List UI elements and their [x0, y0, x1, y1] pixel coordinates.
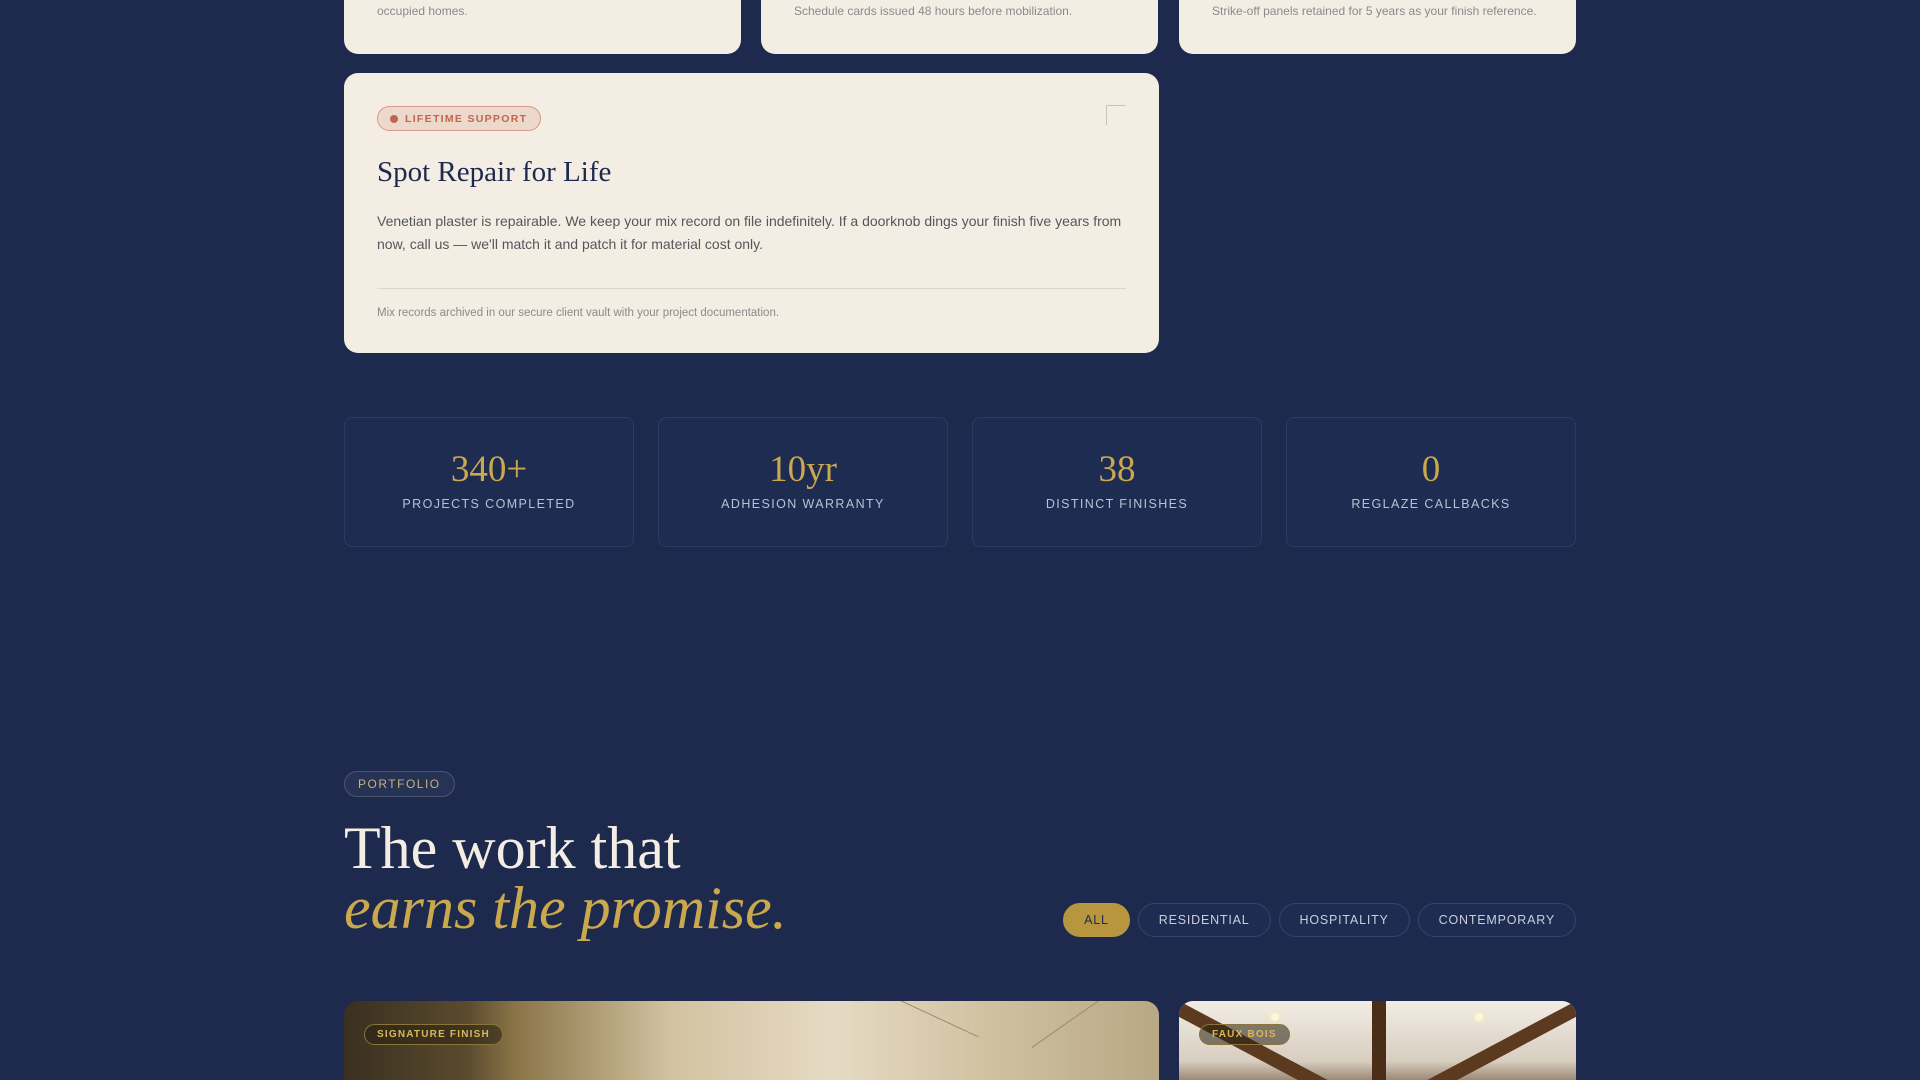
process-card-note: occupied homes.	[377, 4, 468, 18]
badge-dot-icon	[390, 114, 398, 123]
support-footnote: Mix records archived in our secure clien…	[377, 307, 780, 319]
process-card-note: Strike-off panels retained for 5 years a…	[1212, 4, 1537, 18]
support-body: Venetian plaster is repairable. We keep …	[377, 213, 1122, 252]
light-icon	[1475, 1013, 1483, 1021]
stat-projects: 340+ PROJECTS COMPLETED	[344, 417, 634, 547]
tile-tag: SIGNATURE FINISH	[364, 1024, 503, 1045]
plaster-texture	[1031, 1001, 1107, 1048]
process-card-3: Strike-off panels retained for 5 years a…	[1179, 0, 1576, 54]
stat-warranty: 10yr ADHESION WARRANTY	[658, 417, 948, 547]
portfolio-tile-signature[interactable]: SIGNATURE FINISH	[344, 1001, 1159, 1080]
light-icon	[1271, 1013, 1279, 1021]
filter-residential[interactable]: RESIDENTIAL	[1137, 903, 1271, 937]
stat-callbacks: 0 REGLAZE CALLBACKS	[1286, 417, 1576, 547]
stat-value: 10yr	[769, 449, 837, 490]
portfolio-eyebrow: PORTFOLIO	[344, 771, 455, 797]
stat-value: 340+	[450, 449, 528, 490]
stat-finishes: 38 DISTINCT FINISHES	[972, 417, 1262, 547]
process-card-2: Schedule cards issued 48 hours before mo…	[761, 0, 1158, 54]
support-badge-label: LIFETIME SUPPORT	[405, 112, 528, 125]
filter-hospitality[interactable]: HOSPITALITY	[1278, 903, 1410, 937]
stat-label: PROJECTS COMPLETED	[402, 497, 576, 511]
portfolio-filters: ALL RESIDENTIAL HOSPITALITY CONTEMPORARY	[1063, 903, 1576, 937]
ceiling-post	[1372, 1001, 1386, 1080]
stat-label: ADHESION WARRANTY	[721, 497, 885, 511]
portfolio-tile-faux-bois[interactable]: FAUX BOIS	[1179, 1001, 1576, 1080]
support-title: Spot Repair for Life	[377, 156, 612, 188]
portfolio-heading-line2: earns the promise.	[344, 875, 787, 941]
filter-all[interactable]: ALL	[1063, 903, 1130, 937]
support-badge: LIFETIME SUPPORT	[377, 106, 542, 131]
filter-contemporary[interactable]: CONTEMPORARY	[1417, 903, 1576, 937]
stat-value: 38	[1098, 449, 1136, 490]
corner-bracket-icon	[1106, 105, 1126, 125]
tile-tag: FAUX BOIS	[1199, 1024, 1290, 1045]
divider	[377, 288, 1126, 289]
process-card-1: occupied homes.	[344, 0, 741, 54]
page: occupied homes. Schedule cards issued 48…	[0, 0, 1920, 1080]
stat-label: DISTINCT FINISHES	[1045, 497, 1189, 511]
stat-label: REGLAZE CALLBACKS	[1351, 497, 1511, 511]
stat-value: 0	[1421, 449, 1441, 490]
process-card-note: Schedule cards issued 48 hours before mo…	[794, 4, 1073, 18]
portfolio-heading-line1: The work that	[344, 815, 681, 881]
plaster-texture	[869, 1001, 979, 1038]
support-card: LIFETIME SUPPORT Spot Repair for Life Ve…	[344, 73, 1159, 353]
